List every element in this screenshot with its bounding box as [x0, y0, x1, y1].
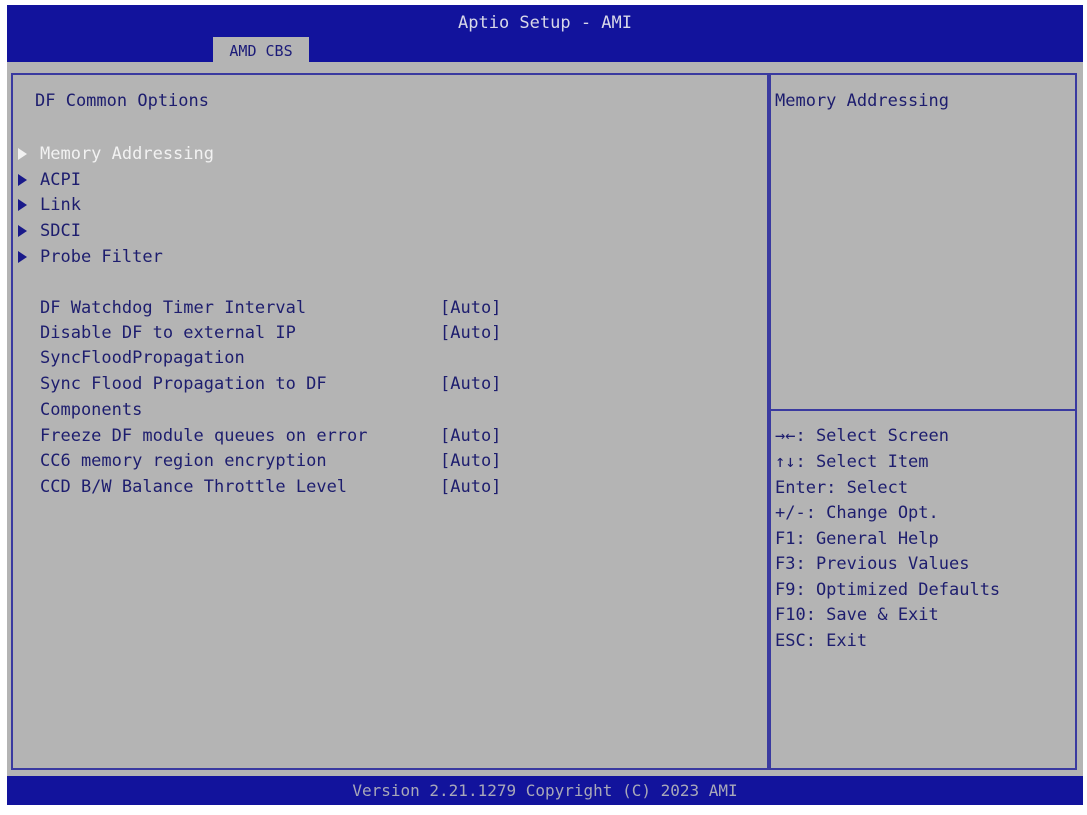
help-divider — [771, 409, 1075, 411]
submenu-arrow-icon — [18, 148, 27, 160]
bios-screen: Aptio Setup - AMI AMD CBS DF Common Opti… — [7, 5, 1083, 805]
option-value-sync-flood[interactable]: [Auto] — [440, 372, 501, 396]
option-value-freeze-df-queues[interactable]: [Auto] — [440, 424, 501, 448]
submenu-acpi[interactable]: ACPI — [18, 168, 81, 192]
help-description: Memory Addressing — [775, 91, 949, 111]
submenu-probe-filter[interactable]: Probe Filter — [18, 245, 163, 269]
key-hint-save-exit: F10: Save & Exit — [775, 605, 939, 625]
tab-amd-cbs[interactable]: AMD CBS — [213, 37, 309, 63]
option-label-sync-flood-line2: Components — [40, 400, 143, 420]
option-label-cc6-encryption: CC6 memory region encryption — [40, 451, 327, 471]
key-hint-optimized-defaults: F9: Optimized Defaults — [775, 580, 1001, 600]
key-hint-previous-values: F3: Previous Values — [775, 554, 970, 574]
option-label-sync-flood: Sync Flood Propagation to DF — [40, 374, 327, 394]
app-title: Aptio Setup - AMI — [458, 13, 632, 33]
key-hint-general-help: F1: General Help — [775, 529, 939, 549]
version-text: Version 2.21.1279 Copyright (C) 2023 AMI — [352, 781, 738, 800]
key-hint-select-item: ↑↓: Select Item — [775, 452, 929, 472]
section-title: DF Common Options — [35, 91, 209, 111]
submenu-link[interactable]: Link — [18, 193, 81, 217]
option-label-freeze-df-queues: Freeze DF module queues on error — [40, 426, 368, 446]
option-label-disable-df-external-line2: SyncFloodPropagation — [40, 348, 245, 368]
submenu-label: ACPI — [40, 170, 81, 190]
submenu-label: Memory Addressing — [40, 144, 214, 164]
option-label-df-watchdog: DF Watchdog Timer Interval — [40, 298, 307, 318]
option-label-ccd-bw-balance: CCD B/W Balance Throttle Level — [40, 477, 348, 497]
submenu-sdci[interactable]: SDCI — [18, 219, 81, 243]
title-bar: Aptio Setup - AMI AMD CBS — [7, 5, 1083, 63]
footer-bar: Version 2.21.1279 Copyright (C) 2023 AMI — [7, 776, 1083, 805]
submenu-arrow-icon — [18, 174, 27, 186]
option-value-df-watchdog[interactable]: [Auto] — [440, 296, 501, 320]
option-value-disable-df-external[interactable]: [Auto] — [440, 321, 501, 345]
submenu-label: SDCI — [40, 221, 81, 241]
help-panel — [769, 73, 1077, 770]
key-hint-change-opt: +/-: Change Opt. — [775, 503, 939, 523]
option-value-ccd-bw-balance[interactable]: [Auto] — [440, 475, 501, 499]
key-hint-select-screen: →←: Select Screen — [775, 426, 949, 446]
submenu-label: Probe Filter — [40, 247, 163, 267]
submenu-arrow-icon — [18, 225, 27, 237]
submenu-memory-addressing[interactable]: Memory Addressing — [18, 142, 214, 166]
option-value-cc6-encryption[interactable]: [Auto] — [440, 449, 501, 473]
option-label-disable-df-external: Disable DF to external IP — [40, 323, 296, 343]
submenu-arrow-icon — [18, 251, 27, 263]
submenu-arrow-icon — [18, 199, 27, 211]
submenu-label: Link — [40, 195, 81, 215]
key-hint-esc-exit: ESC: Exit — [775, 631, 868, 651]
key-hint-enter: Enter: Select — [775, 478, 909, 498]
